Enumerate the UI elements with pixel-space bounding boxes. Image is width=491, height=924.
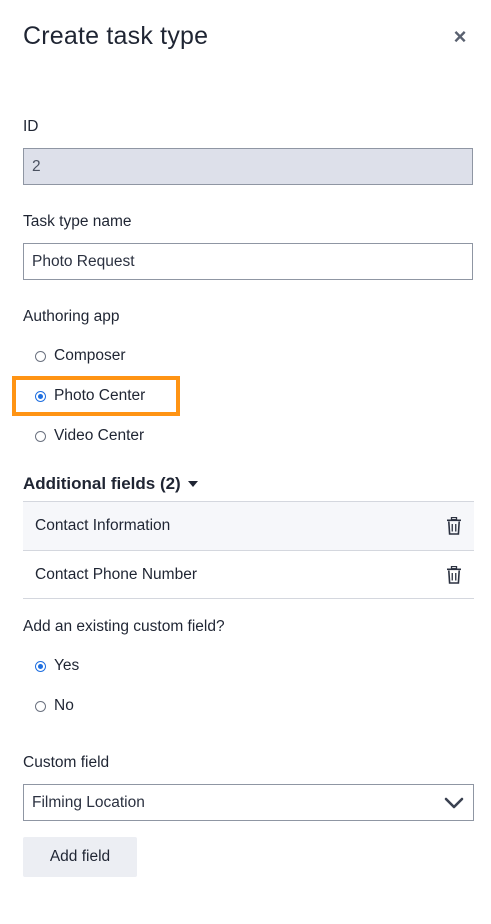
existing-custom-field-label: Add an existing custom field? <box>23 618 225 635</box>
radio-button[interactable] <box>35 700 46 712</box>
radio-button[interactable] <box>35 430 46 442</box>
trash-icon[interactable] <box>446 517 462 535</box>
radio-no[interactable]: No <box>35 696 74 716</box>
additional-fields-title: Additional fields (2) <box>23 474 181 493</box>
radio-yes[interactable]: Yes <box>35 656 79 676</box>
add-field-button[interactable]: Add field <box>23 837 137 877</box>
radio-composer[interactable]: Composer <box>35 346 126 366</box>
additional-fields-toggle[interactable]: Additional fields (2) <box>23 474 198 494</box>
close-icon[interactable]: × <box>449 26 471 48</box>
authoring-app-label: Authoring app <box>23 308 120 325</box>
radio-label: Composer <box>54 347 126 364</box>
list-item: Contact Phone Number <box>23 550 474 599</box>
field-name: Contact Phone Number <box>35 565 197 583</box>
custom-field-selected-value: Filming Location <box>32 793 145 811</box>
task-type-name-label: Task type name <box>23 213 132 230</box>
custom-field-select[interactable]: Filming Location <box>23 784 474 821</box>
radio-video-center[interactable]: Video Center <box>35 426 144 446</box>
trash-icon[interactable] <box>446 565 462 584</box>
radio-button[interactable] <box>35 390 46 402</box>
custom-field-label: Custom field <box>23 754 110 771</box>
chevron-down-icon <box>444 797 464 808</box>
radio-label: No <box>54 697 74 714</box>
radio-button[interactable] <box>35 660 46 672</box>
caret-down-icon <box>187 481 198 487</box>
task-type-name-input[interactable]: Photo Request <box>23 243 473 280</box>
radio-label: Video Center <box>54 427 145 444</box>
id-label: ID <box>23 118 39 135</box>
radio-button[interactable] <box>35 350 46 362</box>
page-title: Create task type <box>23 22 209 50</box>
radio-label: Photo Center <box>54 387 146 404</box>
field-name: Contact Information <box>35 517 171 534</box>
additional-fields-list: Contact Information Contact Phone Number <box>23 501 474 599</box>
radio-photo-center[interactable]: Photo Center <box>35 386 145 406</box>
list-item: Contact Information <box>23 501 474 550</box>
radio-label: Yes <box>54 657 80 674</box>
id-field: 2 <box>23 148 473 185</box>
